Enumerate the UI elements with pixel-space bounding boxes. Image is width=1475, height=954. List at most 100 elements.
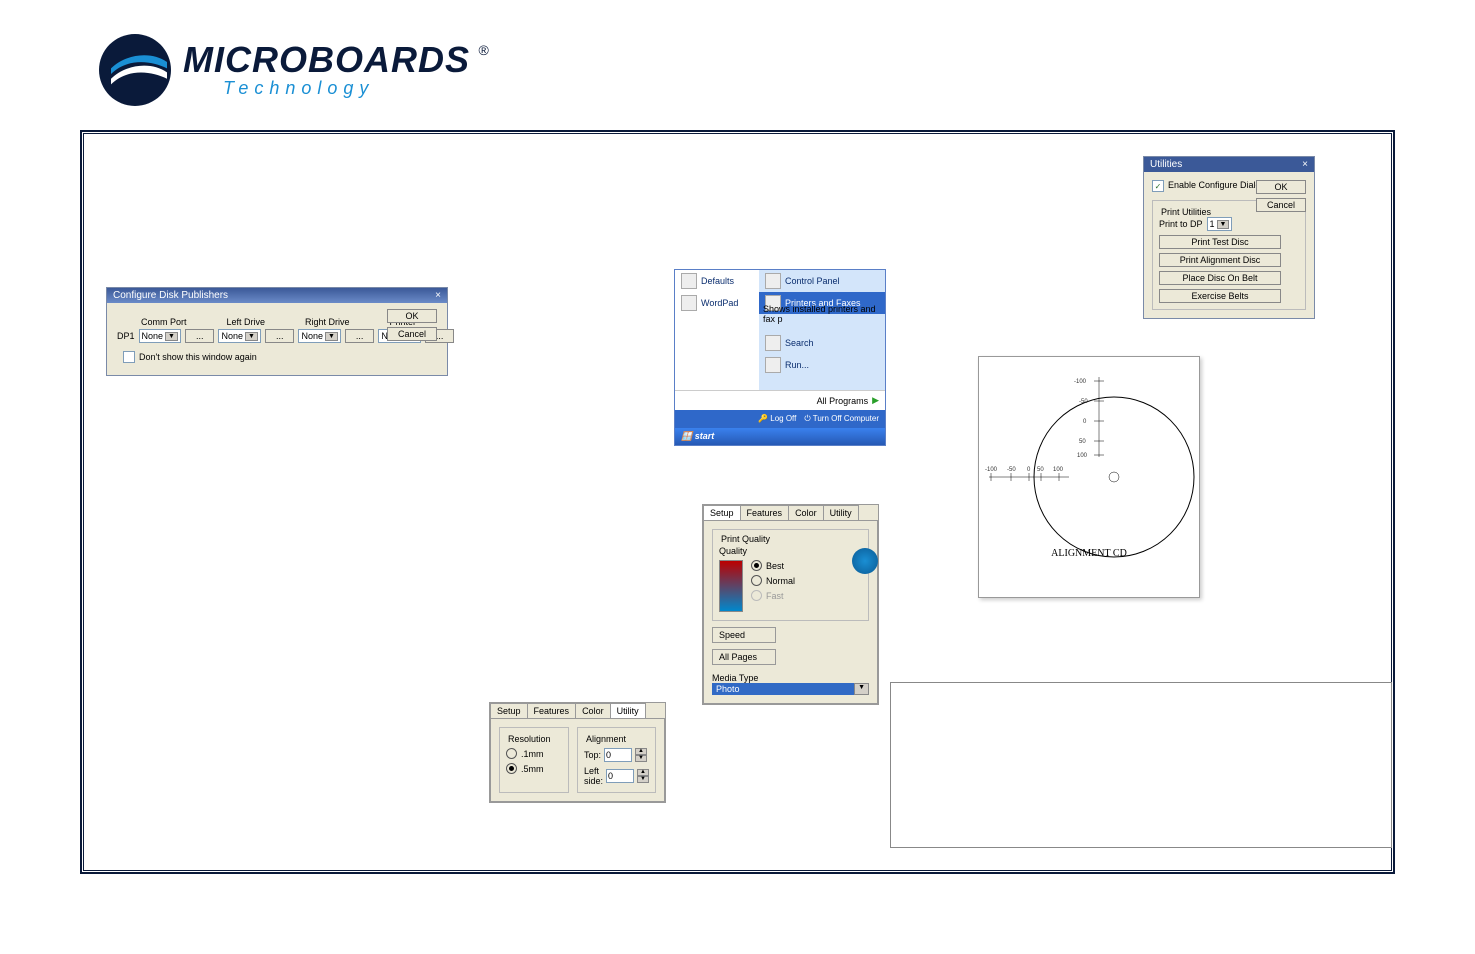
row-label: DP1: [117, 331, 135, 341]
print-alignment-button[interactable]: Print Alignment Disc: [1159, 253, 1281, 267]
swoosh-icon: [95, 30, 175, 110]
microboards-swirl-icon: [852, 548, 878, 574]
media-type-dropdown[interactable]: Photo▼: [712, 683, 869, 695]
tab-features[interactable]: Features: [740, 505, 790, 520]
res-5mm-radio[interactable]: [506, 763, 517, 774]
left-input[interactable]: [606, 769, 634, 783]
alignment-cd-diagram: -100 -50 0 50 100 -100 -50 0 50 100 ALIG…: [978, 356, 1200, 598]
cancel-button[interactable]: Cancel: [1256, 198, 1306, 212]
top-input[interactable]: [604, 748, 632, 762]
wordpad-item[interactable]: WordPad: [675, 292, 759, 314]
tab-utility[interactable]: Utility: [823, 505, 859, 520]
print-quality-legend: Print Quality: [719, 534, 772, 544]
enable-label: Enable Configure Dialog: [1168, 180, 1266, 190]
left-dropdown[interactable]: None▼: [218, 329, 260, 343]
best-label: Best: [766, 561, 784, 571]
tab-features[interactable]: Features: [527, 703, 577, 718]
configure-title: Configure Disk Publishers: [113, 290, 228, 301]
enable-checkbox[interactable]: ✓: [1152, 180, 1164, 192]
svg-text:-100: -100: [985, 467, 998, 473]
media-type-label: Media Type: [712, 673, 869, 683]
tab-utility[interactable]: Utility: [610, 703, 646, 718]
start-button[interactable]: 🪟 start: [681, 431, 714, 441]
fast-label: Fast: [766, 591, 784, 601]
col-left: Left Drive: [227, 317, 266, 327]
left-spinner[interactable]: ▲▼: [637, 769, 649, 783]
svg-text:100: 100: [1053, 467, 1064, 473]
chevron-right-icon: ▶: [872, 395, 879, 406]
top-label: Top:: [584, 750, 601, 760]
speed-button[interactable]: Speed: [712, 627, 776, 643]
allpages-button[interactable]: All Pages: [712, 649, 776, 665]
fast-radio: [751, 590, 762, 601]
svg-text:50: 50: [1079, 439, 1086, 445]
svg-text:50: 50: [1037, 467, 1044, 473]
quality-label: Quality: [719, 546, 862, 556]
svg-text:-50: -50: [1079, 399, 1088, 405]
search-item[interactable]: Search: [759, 332, 885, 354]
all-programs[interactable]: All Programs ▶: [675, 390, 885, 410]
run-icon: [765, 357, 781, 373]
defaults-item[interactable]: Defaults: [675, 270, 759, 292]
res-1mm-label: .1mm: [521, 749, 544, 759]
normal-label: Normal: [766, 576, 795, 586]
alignment-cd-label: ALIGNMENT CD: [979, 548, 1199, 559]
logoff-button[interactable]: 🔑 Log Off: [758, 414, 796, 424]
right-browse[interactable]: ...: [345, 329, 375, 343]
printer-prefs-utility: Setup Features Color Utility Resolution …: [489, 702, 666, 803]
start-menu: Defaults WordPad Control Panel Printers …: [674, 269, 886, 446]
quality-gauge-icon: [719, 560, 743, 612]
tab-color[interactable]: Color: [788, 505, 824, 520]
top-spinner[interactable]: ▲▼: [635, 748, 647, 762]
right-dropdown[interactable]: None▼: [298, 329, 340, 343]
printers-tooltip: Shows installed printers and fax p: [763, 304, 885, 324]
wordpad-icon: [681, 295, 697, 311]
empty-panel: [890, 682, 1392, 848]
left-browse[interactable]: ...: [265, 329, 295, 343]
ok-button[interactable]: OK: [387, 309, 437, 323]
printto-label: Print to DP: [1159, 219, 1203, 229]
printto-dropdown[interactable]: 1▼: [1207, 217, 1233, 231]
svg-text:0: 0: [1027, 467, 1031, 473]
control-panel-item[interactable]: Control Panel: [759, 270, 885, 292]
svg-text:0: 0: [1083, 419, 1087, 425]
left-label: Left side:: [584, 766, 603, 786]
utilities-title: Utilities: [1150, 159, 1182, 170]
res-1mm-radio[interactable]: [506, 748, 517, 759]
brand-logo: MICROBOARDS ® Technology: [95, 30, 489, 110]
col-right: Right Drive: [305, 317, 350, 327]
configure-dialog: Configure Disk Publishers × OK Cancel Co…: [106, 287, 448, 376]
registered-mark: ®: [478, 42, 488, 58]
close-icon[interactable]: ×: [435, 290, 441, 301]
taskbar: 🪟 start: [675, 428, 885, 445]
exercise-belts-button[interactable]: Exercise Belts: [1159, 289, 1281, 303]
tab-setup[interactable]: Setup: [703, 505, 741, 520]
normal-radio[interactable]: [751, 575, 762, 586]
brand-subtitle: Technology: [223, 78, 489, 99]
configure-titlebar: Configure Disk Publishers ×: [107, 288, 447, 303]
comm-dropdown[interactable]: None▼: [139, 329, 181, 343]
control-panel-icon: [765, 273, 781, 289]
brand-name: MICROBOARDS: [183, 39, 470, 80]
best-radio[interactable]: [751, 560, 762, 571]
close-icon[interactable]: ×: [1302, 159, 1308, 170]
dontshow-checkbox[interactable]: [123, 351, 135, 363]
print-utilities-legend: Print Utilities: [1159, 207, 1213, 217]
alignment-legend: Alignment: [584, 734, 628, 744]
tab-color[interactable]: Color: [575, 703, 611, 718]
comm-browse[interactable]: ...: [185, 329, 215, 343]
res-5mm-label: .5mm: [521, 764, 544, 774]
tab-setup[interactable]: Setup: [490, 703, 528, 718]
run-item[interactable]: Run...: [759, 354, 885, 376]
search-icon: [765, 335, 781, 351]
turnoff-button[interactable]: ⏻ Turn Off Computer: [804, 414, 879, 424]
cancel-button[interactable]: Cancel: [387, 327, 437, 341]
svg-text:-100: -100: [1074, 379, 1087, 385]
printer-prefs-setup: Setup Features Color Utility Print Quali…: [702, 504, 879, 705]
place-disc-button[interactable]: Place Disc On Belt: [1159, 271, 1281, 285]
svg-text:100: 100: [1077, 453, 1088, 459]
print-test-button[interactable]: Print Test Disc: [1159, 235, 1281, 249]
svg-text:-50: -50: [1007, 467, 1016, 473]
resolution-legend: Resolution: [506, 734, 553, 744]
ok-button[interactable]: OK: [1256, 180, 1306, 194]
